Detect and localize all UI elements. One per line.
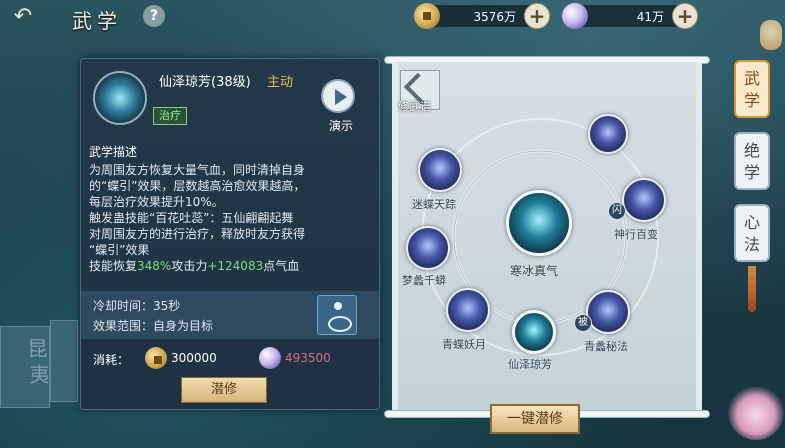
restore-mid: 攻击力 (171, 259, 208, 273)
skill-node-label: 神行百变 (614, 228, 658, 241)
pearl-counter: 41万 + (562, 3, 698, 29)
heal-tag: 治疗 (153, 107, 187, 125)
cost-pearls: 493500 (285, 351, 331, 365)
pearl-value: 41万 (636, 10, 664, 24)
skill-node[interactable] (406, 226, 450, 270)
demo-label: 演示 (328, 119, 353, 133)
skill-node[interactable] (446, 288, 490, 332)
tab-mind-method[interactable]: 心 法 (734, 204, 770, 262)
tab-martial-arts[interactable]: 武 学 (734, 60, 770, 118)
skill-description: 为周围友方恢复大量气血，同时清掉自身 的“蝶引”效果，层数越高治愈效果越高， 每… (89, 162, 375, 274)
restore-prefix: 技能恢复 (89, 259, 138, 273)
add-pearls-button[interactable]: + (672, 3, 698, 29)
play-demo-icon[interactable] (321, 79, 355, 113)
cost-label: 消耗： (93, 353, 130, 367)
lotus-skill-icon (93, 71, 147, 125)
skill-name: 仙泽琼芳(38级) (159, 75, 251, 90)
tassel-decoration (748, 266, 756, 312)
tab-label: 武 学 (743, 69, 760, 110)
restore-pct: 348% (137, 259, 172, 273)
back-arrow-icon[interactable]: ↶ (6, 4, 40, 30)
description-heading: 武学描述 (89, 145, 138, 159)
self-target-icon (317, 295, 357, 335)
lantern-decoration (760, 20, 782, 50)
skill-node-label: 迷蝶天踪 (412, 198, 456, 211)
pearl-icon (259, 347, 281, 369)
one-key-train-button[interactable]: 一键潜修 (490, 404, 580, 434)
cost-coins: 300000 (171, 351, 217, 365)
lotus-decoration (728, 384, 784, 440)
passive-badge: 被 (574, 314, 592, 332)
skill-node-label: 仙泽琼芳 (508, 358, 552, 371)
skill-info-panel: 仙泽琼芳(38级) 主动 治疗 演示 武学描述 为周围友方恢复大量气血，同时清掉… (80, 58, 380, 410)
skill-type: 主动 (267, 75, 294, 90)
page-title: 武学 (72, 9, 122, 33)
restore-suffix: 点气血 (263, 259, 300, 273)
core-skill-label: 寒冰真气 (510, 264, 559, 278)
coin-value: 3576万 (473, 10, 516, 24)
coin-icon (414, 3, 440, 29)
skill-node[interactable] (418, 148, 462, 192)
flash-badge: 闪 (608, 202, 626, 220)
skill-node-selected[interactable] (512, 310, 556, 354)
tab-label: 心 法 (743, 213, 760, 254)
desc-line: 的“蝶引”效果，层数越高治愈效果越高， (89, 179, 306, 193)
top-bar: ↶ 武学 ? 3576万 + 41万 + (0, 0, 785, 36)
desc-line: 每层治疗效果提升10%。 (89, 195, 224, 209)
pearl-icon (562, 3, 588, 29)
restore-line: 技能恢复348%攻击力+124083点气血 (89, 258, 375, 274)
skill-node-top[interactable] (588, 114, 628, 154)
skill-node[interactable] (622, 178, 666, 222)
skill-node-label: 梦蠡千蟒 (402, 274, 446, 287)
range-text: 效果范围：自身为目标 (93, 319, 214, 333)
coin-icon (145, 347, 167, 369)
help-button[interactable]: ? (143, 5, 165, 27)
coin-counter: 3576万 + (414, 3, 550, 29)
cooldown-text: 冷却时间：35秒 (93, 299, 181, 313)
side-card-glyph: 昆 (24, 338, 48, 358)
train-button[interactable]: 潜修 (181, 377, 267, 403)
tab-label: 绝 学 (743, 141, 760, 182)
desc-line: “蝶引”效果 (89, 243, 150, 257)
tab-ultimate[interactable]: 绝 学 (734, 132, 770, 190)
core-skill-node[interactable] (506, 190, 572, 256)
back-to-build-label: 修武谱 (398, 100, 431, 113)
side-book-card[interactable] (50, 320, 78, 402)
desc-line: 为周围友方恢复大量气血，同时清掉自身 (89, 163, 306, 177)
desc-line: 对周围友方的进行治疗，释放时友方获得 (89, 227, 306, 241)
skill-node-label: 青蝶妖月 (442, 338, 486, 351)
desc-line: 触发蛊技能“百花吐蕊”：五仙翩翩起舞 (89, 211, 294, 225)
side-card-glyph: 夷 (26, 364, 50, 384)
add-coins-button[interactable]: + (524, 3, 550, 29)
skill-node[interactable] (586, 290, 630, 334)
skill-node-label: 青蠡秘法 (584, 340, 628, 353)
restore-flat: +124083 (207, 259, 264, 273)
